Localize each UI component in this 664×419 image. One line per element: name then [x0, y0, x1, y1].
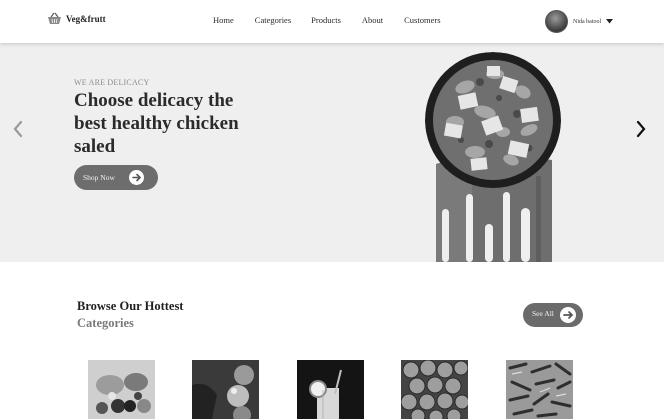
top-navbar: Veg&frutt Home Categories Products About… — [0, 0, 664, 43]
user-menu[interactable]: Nida batool — [545, 10, 614, 33]
see-all-button[interactable]: See All — [523, 303, 583, 327]
arrow-right-icon — [129, 170, 144, 185]
user-name: Nida batool — [573, 18, 602, 25]
salad-bowl-image — [425, 52, 561, 188]
hero-banner: WE ARE DELICACY Choose delicacy the best… — [0, 43, 664, 262]
shop-now-label: Shop Now — [83, 173, 115, 182]
chevron-left-icon[interactable] — [11, 119, 25, 139]
caret-down-icon[interactable] — [606, 19, 614, 24]
nav-link-customers[interactable]: Customers — [404, 15, 440, 25]
chevron-right-icon[interactable] — [634, 119, 648, 139]
hero-kicker: WE ARE DELICACY — [74, 78, 150, 87]
nav-link-categories[interactable]: Categories — [255, 15, 291, 25]
category-thumb-juice[interactable] — [297, 360, 364, 419]
brand-logo[interactable]: Veg&frutt — [47, 12, 106, 25]
section-subtitle: Categories — [77, 316, 134, 330]
arrow-right-icon — [560, 307, 576, 323]
brand-name: Veg&frutt — [66, 13, 106, 24]
hero-headline: Choose delicacy the best healthy chicken… — [74, 90, 239, 157]
category-thumb-fruit[interactable] — [88, 360, 155, 419]
nav-link-home[interactable]: Home — [213, 15, 234, 25]
nav-link-about[interactable]: About — [362, 15, 383, 25]
shop-now-button[interactable]: Shop Now — [74, 165, 158, 190]
category-thumb-chilies[interactable] — [506, 360, 573, 419]
category-thumb-walnuts[interactable] — [401, 360, 468, 419]
category-thumb-tomatoes[interactable] — [192, 360, 259, 419]
section-title: Browse Our Hottest — [77, 299, 184, 313]
nav-link-products[interactable]: Products — [311, 15, 341, 25]
see-all-label: See All — [532, 309, 554, 318]
avatar[interactable] — [545, 10, 568, 33]
basket-icon — [48, 12, 61, 24]
main-menu: Home Categories Products About Customers — [213, 15, 441, 25]
